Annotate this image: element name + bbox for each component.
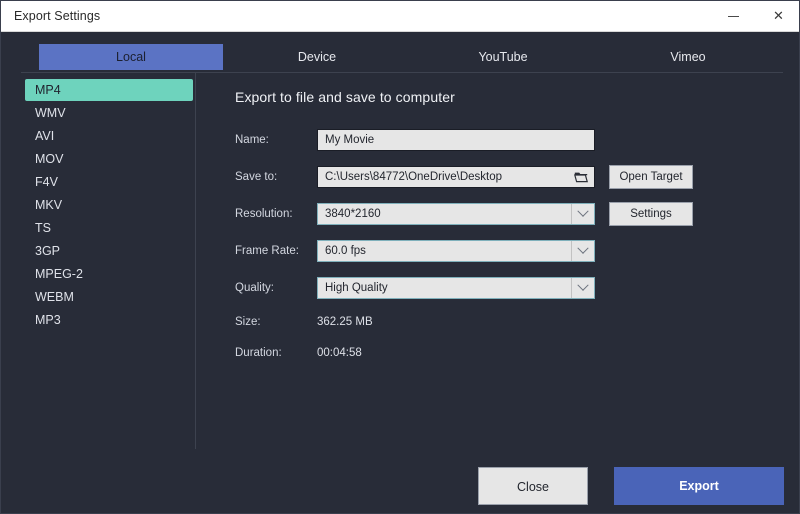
save-to-input[interactable]: C:\Users\84772\OneDrive\Desktop	[317, 166, 595, 188]
format-item-wmv[interactable]: WMV	[25, 102, 193, 124]
close-icon: ✕	[773, 10, 784, 23]
name-input[interactable]: My Movie	[317, 129, 595, 151]
tab-underline	[21, 72, 783, 73]
row-resolution: Resolution: 3840*2160 Settings	[235, 203, 775, 240]
tab-device[interactable]: Device	[229, 44, 405, 70]
frame-rate-label: Frame Rate:	[235, 245, 299, 257]
duration-value: 00:04:58	[317, 347, 362, 359]
tab-youtube[interactable]: YouTube	[415, 44, 591, 70]
open-target-button[interactable]: Open Target	[609, 165, 693, 189]
export-settings-dialog: Export Settings ✕ Local Device YouTube V…	[0, 0, 800, 514]
format-item-mp3[interactable]: MP3	[25, 309, 193, 331]
chevron-down-icon[interactable]	[571, 241, 594, 261]
row-quality: Quality: High Quality	[235, 277, 775, 314]
tab-bar: Local Device YouTube Vimeo	[1, 32, 800, 73]
row-name: Name: My Movie	[235, 129, 775, 166]
settings-button[interactable]: Settings	[609, 202, 693, 226]
row-save-to: Save to: C:\Users\84772\OneDrive\Desktop…	[235, 166, 775, 203]
size-label: Size:	[235, 316, 261, 328]
title-bar: Export Settings ✕	[1, 1, 800, 32]
resolution-value: 3840*2160	[325, 208, 381, 220]
minimize-button[interactable]	[711, 1, 756, 31]
format-item-f4v[interactable]: F4V	[25, 171, 193, 193]
format-item-mov[interactable]: MOV	[25, 148, 193, 170]
chevron-down-icon[interactable]	[571, 278, 594, 298]
save-to-value: C:\Users\84772\OneDrive\Desktop	[325, 171, 502, 183]
format-item-mkv[interactable]: MKV	[25, 194, 193, 216]
close-window-button[interactable]: ✕	[756, 1, 800, 31]
tab-vimeo[interactable]: Vimeo	[600, 44, 776, 70]
format-item-ts[interactable]: TS	[25, 217, 193, 239]
quality-label: Quality:	[235, 282, 274, 294]
frame-rate-value: 60.0 fps	[325, 245, 366, 257]
export-panel: Export to file and save to computer Name…	[235, 89, 775, 376]
size-value: 362.25 MB	[317, 316, 373, 328]
resolution-select[interactable]: 3840*2160	[317, 203, 595, 225]
format-item-3gp[interactable]: 3GP	[25, 240, 193, 262]
frame-rate-select[interactable]: 60.0 fps	[317, 240, 595, 262]
save-to-label: Save to:	[235, 171, 277, 183]
panel-heading: Export to file and save to computer	[235, 89, 775, 105]
chevron-down-icon[interactable]	[571, 204, 594, 224]
format-item-mp4[interactable]: MP4	[25, 79, 193, 101]
name-label: Name:	[235, 134, 269, 146]
format-item-avi[interactable]: AVI	[25, 125, 193, 147]
folder-icon-glyph	[574, 171, 588, 183]
export-button[interactable]: Export	[614, 467, 784, 505]
row-frame-rate: Frame Rate: 60.0 fps	[235, 240, 775, 277]
duration-label: Duration:	[235, 347, 282, 359]
minimize-icon	[728, 16, 739, 17]
close-button[interactable]: Close	[478, 467, 588, 505]
folder-icon[interactable]	[570, 168, 592, 186]
resolution-label: Resolution:	[235, 208, 293, 220]
quality-value: High Quality	[325, 282, 388, 294]
format-list: MP4 WMV AVI MOV F4V MKV TS 3GP MPEG-2 WE…	[25, 79, 193, 332]
row-size: Size: 362.25 MB	[235, 314, 775, 345]
format-item-mpeg2[interactable]: MPEG-2	[25, 263, 193, 285]
quality-select[interactable]: High Quality	[317, 277, 595, 299]
panel-divider	[195, 73, 196, 449]
window-title: Export Settings	[14, 9, 100, 23]
tab-local[interactable]: Local	[39, 44, 223, 70]
row-duration: Duration: 00:04:58	[235, 345, 775, 376]
format-item-webm[interactable]: WEBM	[25, 286, 193, 308]
